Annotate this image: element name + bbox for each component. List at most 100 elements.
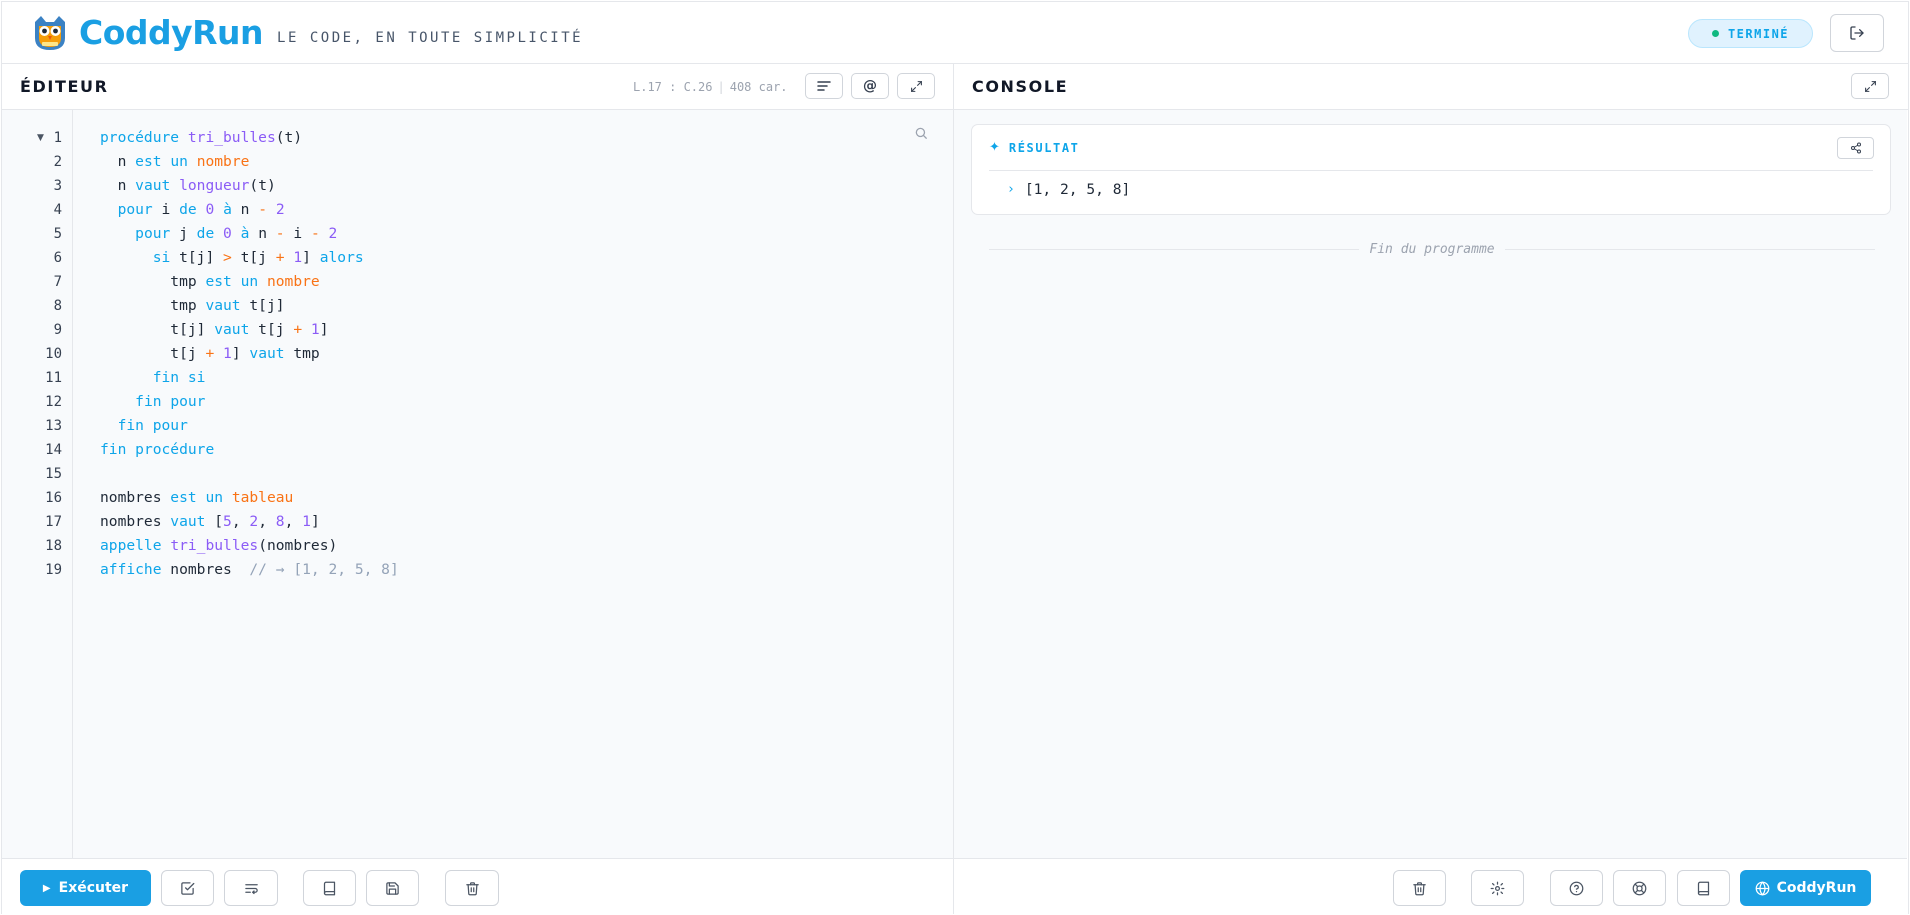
code-line[interactable]: fin procédure xyxy=(100,438,214,462)
line-number: 4 xyxy=(53,202,62,218)
line-number: 10 xyxy=(45,346,62,362)
examples-button[interactable] xyxy=(303,870,356,906)
console-title: CONSOLE xyxy=(972,77,1069,96)
expand-editor-button[interactable] xyxy=(897,73,935,99)
line-number: 8 xyxy=(53,298,62,314)
line-number: 7 xyxy=(53,274,62,290)
code-line[interactable]: appelle tri_bulles(nombres) xyxy=(100,534,337,558)
code-line[interactable]: pour j de 0 à n - i - 2 xyxy=(100,222,337,246)
line-number: 9 xyxy=(53,322,62,338)
code-line[interactable]: pour i de 0 à n - 2 xyxy=(100,198,285,222)
owl-icon xyxy=(31,14,69,52)
end-of-program-divider: Fin du programme xyxy=(989,239,1876,259)
at-sign-icon: @ xyxy=(863,78,877,94)
app-header: CoddyRun LE CODE, EN TOUTE SIMPLICITÉ TE… xyxy=(1,1,1909,64)
cursor-position-text: L.17 : C.26 xyxy=(633,80,713,94)
console-output: ✦ RÉSULTAT › [1, 2, 5, 8] Fin du program… xyxy=(954,110,1907,858)
line-number: 19 xyxy=(45,562,62,578)
share-icon xyxy=(1850,142,1862,154)
coddyrun-label: CoddyRun xyxy=(1776,880,1857,896)
run-label: Exécuter xyxy=(58,880,129,896)
status-text: TERMINÉ xyxy=(1727,26,1790,41)
line-number: 18 xyxy=(45,538,62,554)
save-button[interactable] xyxy=(366,870,419,906)
prompt-chevron-icon: › xyxy=(1007,182,1015,197)
globe-icon xyxy=(1755,880,1770,896)
line-number: 11 xyxy=(45,370,62,386)
line-number: 6 xyxy=(53,250,62,266)
coddyrun-website-button[interactable]: CoddyRun xyxy=(1740,870,1871,906)
result-value: [1, 2, 5, 8] xyxy=(1024,181,1131,198)
line-number: 15 xyxy=(45,466,62,482)
code-line[interactable]: nombres vaut [5, 2, 8, 1] xyxy=(100,510,320,534)
logout-button[interactable] xyxy=(1830,14,1884,52)
help-icon xyxy=(1569,881,1584,896)
search-icon[interactable] xyxy=(914,126,928,140)
line-number-gutter: ▼ 1 2 3 4 5 6 7 8 9 10 11 12 13 14 15 16… xyxy=(2,110,73,858)
editor-panel: ÉDITEUR L.17 : C.26 | 408 car. @ ▼ 1 2 3 4… xyxy=(1,64,954,914)
console-toolbar: CoddyRun xyxy=(954,858,1907,914)
book-icon xyxy=(1696,881,1711,896)
settings-button[interactable] xyxy=(1471,870,1524,906)
support-button[interactable] xyxy=(1613,870,1666,906)
format-button[interactable] xyxy=(224,870,278,906)
run-button[interactable]: ▶ Exécuter xyxy=(20,870,151,906)
mention-button[interactable]: @ xyxy=(851,73,889,99)
tagline: LE CODE, EN TOUTE SIMPLICITÉ xyxy=(277,29,584,46)
code-line[interactable]: affiche nombres // → [1, 2, 5, 8] xyxy=(100,558,399,582)
clear-console-button[interactable] xyxy=(1393,870,1446,906)
result-title: RÉSULTAT xyxy=(1008,140,1080,155)
play-icon: ▶ xyxy=(42,882,51,894)
code-line[interactable]: fin si xyxy=(100,366,206,390)
line-number: 13 xyxy=(45,418,62,434)
result-header: ✦ RÉSULTAT xyxy=(989,125,1874,171)
code-line[interactable]: fin pour xyxy=(100,414,188,438)
line-number: 5 xyxy=(53,226,62,242)
char-count: 408 car. xyxy=(729,80,788,94)
result-row: › [1, 2, 5, 8] xyxy=(1007,181,1890,198)
code-line[interactable]: si t[j] > t[j + 1] alors xyxy=(100,246,364,270)
cursor-position: L.17 : C.26 | 408 car. xyxy=(633,80,788,94)
logout-icon xyxy=(1849,25,1865,41)
align-left-icon xyxy=(817,80,831,92)
code-line[interactable]: procédure tri_bulles(t) xyxy=(100,126,302,150)
code-line[interactable]: tmp est un nombre xyxy=(100,270,319,294)
expand-console-button[interactable] xyxy=(1851,73,1889,99)
code-line[interactable]: nombres est un tableau xyxy=(100,486,293,510)
lifebuoy-icon xyxy=(1632,881,1647,896)
line-number: 17 xyxy=(45,514,62,530)
line-number: 2 xyxy=(53,154,62,170)
status-dot xyxy=(1711,30,1719,37)
sparkle-icon: ✦ xyxy=(989,140,1000,155)
line-number: 3 xyxy=(53,178,62,194)
line-number: 12 xyxy=(45,394,62,410)
code-line[interactable]: t[j + 1] vaut tmp xyxy=(100,342,319,366)
trash-icon xyxy=(465,881,480,896)
end-of-program-text: Fin du programme xyxy=(1369,241,1495,257)
help-button[interactable] xyxy=(1550,870,1603,906)
code-editor[interactable]: ▼ 1 2 3 4 5 6 7 8 9 10 11 12 13 14 15 16… xyxy=(2,110,953,858)
line-number: 1 xyxy=(53,130,62,146)
console-header: CONSOLE xyxy=(954,64,1908,110)
line-number: 16 xyxy=(45,490,62,506)
check-button[interactable] xyxy=(161,870,214,906)
outline-button[interactable] xyxy=(805,73,843,99)
format-icon xyxy=(244,881,259,896)
code-line[interactable]: t[j] vaut t[j + 1] xyxy=(100,318,328,342)
code-line[interactable]: n est un nombre xyxy=(100,150,250,174)
gear-icon xyxy=(1490,881,1505,896)
share-button[interactable] xyxy=(1837,137,1874,159)
editor-title: ÉDITEUR xyxy=(20,77,109,96)
trash-icon xyxy=(1412,881,1427,896)
book-icon xyxy=(322,881,337,896)
check-icon xyxy=(180,881,195,896)
brand-name: CoddyRun xyxy=(79,13,264,52)
code-line[interactable]: fin pour xyxy=(100,390,205,414)
code-line[interactable]: n vaut longueur(t) xyxy=(100,174,276,198)
code-line[interactable]: tmp vaut t[j] xyxy=(100,294,284,318)
clear-editor-button[interactable] xyxy=(445,870,499,906)
status-badge: TERMINÉ xyxy=(1688,19,1813,48)
editor-toolbar: ▶ Exécuter xyxy=(2,858,953,914)
docs-button[interactable] xyxy=(1677,870,1730,906)
save-icon xyxy=(385,881,400,896)
